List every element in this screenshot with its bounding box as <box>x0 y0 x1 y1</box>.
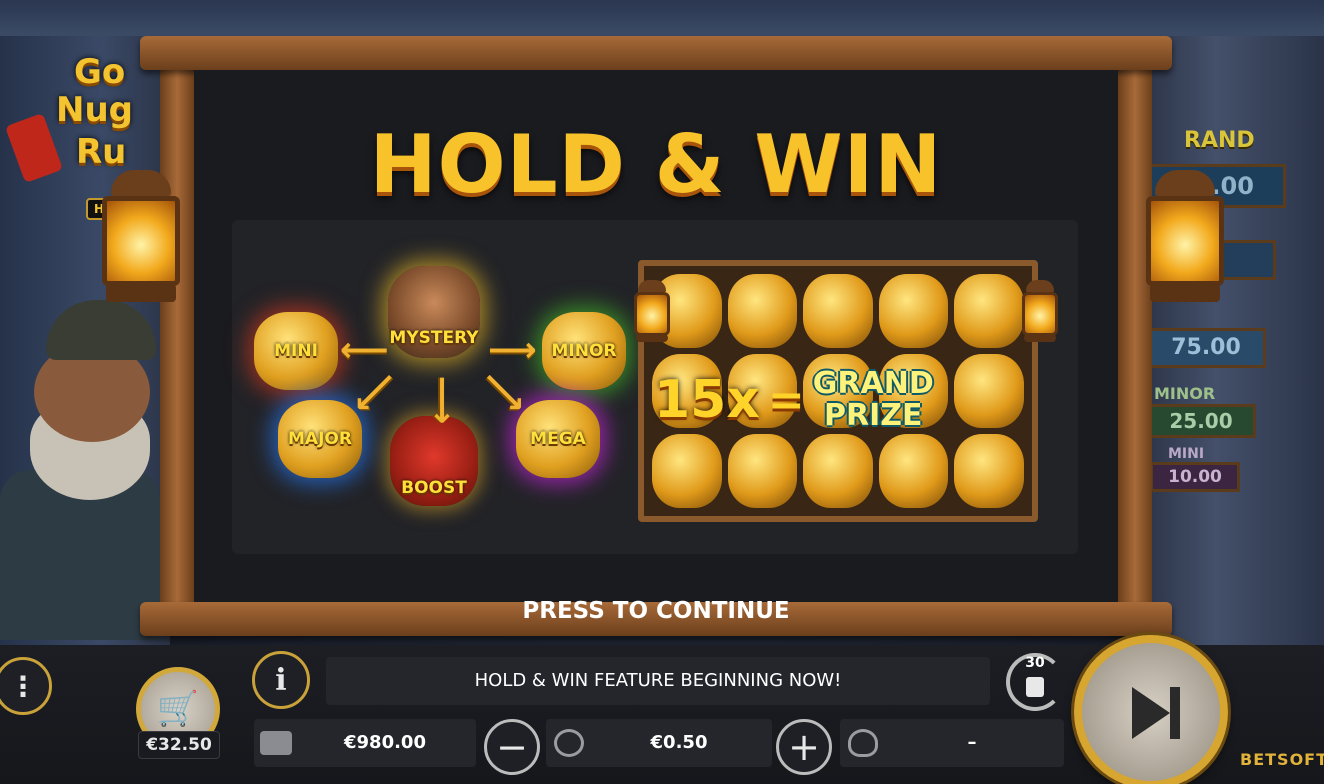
nugget-cell <box>652 434 722 508</box>
small-lantern-right-icon <box>1020 280 1060 350</box>
mega-symbol-label: MEGA <box>530 429 586 449</box>
grand-prize-grid: 15x = GRAND PRIZE <box>638 260 1038 522</box>
win-value: – <box>967 732 977 753</box>
minor-symbol: MINOR <box>542 312 626 390</box>
autoplay-count: 30 <box>1025 655 1045 671</box>
nugget-cell <box>954 274 1024 348</box>
info-button[interactable]: i <box>252 651 310 709</box>
win-display: – <box>840 719 1064 767</box>
nugget-cell <box>727 274 798 348</box>
spin-button[interactable] <box>1074 635 1228 784</box>
wooden-post-left <box>160 56 194 616</box>
wooden-beam-top <box>140 36 1172 70</box>
minor-symbol-label: MINOR <box>551 341 617 361</box>
grand-prize-line-1: GRAND <box>812 366 934 401</box>
decrease-bet-button[interactable]: − <box>484 719 540 775</box>
mini-jackpot-label: MINI <box>1168 446 1205 462</box>
mini-symbol-label: MINI <box>274 341 318 361</box>
small-lantern-left-icon <box>632 280 672 350</box>
mystery-symbol-label: MYSTERY <box>389 328 479 348</box>
game-scene: Go Nug Ru HO RAND 00.00 75.00 MINOR 25.0… <box>0 0 1324 784</box>
nugget-cell <box>954 434 1024 508</box>
cave-background-top <box>0 0 1324 36</box>
grand-multiplier: 15x <box>654 370 760 430</box>
play-icon <box>1132 687 1170 739</box>
nugget-cell <box>803 274 873 348</box>
balance-display: €980.00 <box>254 719 476 767</box>
miner-character <box>0 300 160 640</box>
bet-display: €0.50 <box>546 719 772 767</box>
grand-prize-callout: 15x = GRAND PRIZE <box>654 360 1034 440</box>
bet-value: €0.50 <box>650 732 708 753</box>
nugget-cell <box>878 434 949 508</box>
grand-prize-line-2: PRIZE <box>824 398 923 433</box>
boost-symbol-label: BOOST <box>401 478 467 498</box>
feature-board-frame: HOLD & WIN MINI MYSTERY MINOR MAJOR BOOS… <box>140 36 1172 636</box>
menu-button[interactable]: ⋮ <box>0 657 52 715</box>
boost-symbol: BOOST <box>390 416 478 506</box>
equals-sign: = <box>767 374 805 426</box>
control-bar: ⋮ 🛒 €32.50 i HOLD & WIN FEATURE BEGINNIN… <box>0 635 1324 784</box>
buy-feature-price: €32.50 <box>138 731 220 759</box>
dynamite-icon <box>4 112 64 184</box>
award-icon <box>848 729 878 757</box>
grand-prize-label: GRAND PRIZE <box>813 368 934 432</box>
nugget-cell <box>727 434 798 508</box>
lantern-left-icon <box>96 170 186 310</box>
autoplay-coin-icon <box>1026 677 1044 697</box>
major-symbol-label: MAJOR <box>288 429 352 449</box>
lantern-right-icon <box>1140 170 1230 310</box>
logo-line-1: Go <box>74 52 126 92</box>
logo-line-2: Nug <box>56 90 133 130</box>
grand-jackpot-label: RAND <box>1184 128 1255 153</box>
provider-logo: BETSOFT <box>1240 750 1324 769</box>
nugget-cell <box>803 434 873 508</box>
increase-bet-button[interactable]: + <box>776 719 832 775</box>
major-symbol: MAJOR <box>278 400 362 478</box>
mini-symbol: MINI <box>254 312 338 390</box>
feature-intro-panel[interactable]: HOLD & WIN MINI MYSTERY MINOR MAJOR BOOS… <box>194 70 1118 624</box>
coins-icon <box>554 729 584 757</box>
cart-icon: 🛒 <box>156 689 200 729</box>
arrow-right-icon: ⟶ <box>488 330 537 370</box>
wooden-post-right <box>1118 56 1152 616</box>
mega-symbol: MEGA <box>516 400 600 478</box>
logo-line-3: Ru <box>76 132 127 172</box>
autoplay-button[interactable]: 30 <box>1006 653 1064 713</box>
mystery-symbol: MYSTERY <box>388 266 480 358</box>
press-to-continue[interactable]: PRESS TO CONTINUE <box>194 598 1118 624</box>
arrow-down-icon: ⟶ <box>422 375 463 425</box>
wallet-icon <box>260 731 292 755</box>
feature-title: HOLD & WIN <box>369 118 943 211</box>
balance-value: €980.00 <box>344 732 426 753</box>
nugget-cell <box>878 274 949 348</box>
status-message: HOLD & WIN FEATURE BEGINNING NOW! <box>326 657 990 705</box>
feature-explainer: MINI MYSTERY MINOR MAJOR BOOST MEGA ⟵ ⟶ … <box>232 220 1078 554</box>
skip-bar-icon <box>1170 687 1180 739</box>
